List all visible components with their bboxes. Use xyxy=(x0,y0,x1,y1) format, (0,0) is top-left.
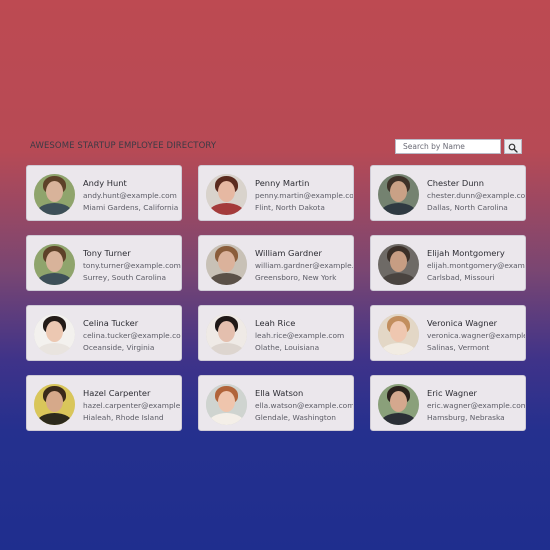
employee-card[interactable]: Andy Hunt andy.hunt@example.com Miami Gard… xyxy=(26,165,182,221)
employee-name: William Gardner xyxy=(255,248,322,258)
directory-title: AWESOME STARTUP EMPLOYEE DIRECTORY xyxy=(30,141,217,151)
employee-email: tony.turner@example.com xyxy=(83,261,181,270)
employee-info: Hazel Carpenter hazel.carpenter@example.c… xyxy=(83,388,181,423)
employee-location: Salinas, Vermont xyxy=(427,343,490,352)
employee-email: andy.hunt@example.com xyxy=(83,191,177,200)
avatar-face xyxy=(218,391,235,412)
avatar xyxy=(34,244,75,285)
avatar xyxy=(206,314,247,355)
employee-location: Hamsburg, Nebraska xyxy=(427,413,505,422)
employee-name: Leah Rice xyxy=(255,318,296,328)
employee-card[interactable]: Celina Tucker celina.tucker@example.com Oc… xyxy=(26,305,182,361)
employee-card[interactable]: William Gardner william.gardner@example.c… xyxy=(198,235,354,291)
employee-card[interactable]: Tony Turner tony.turner@example.com Surrey… xyxy=(26,235,182,291)
avatar-face xyxy=(218,251,235,272)
avatar xyxy=(206,244,247,285)
employee-info: Eric Wagner eric.wagner@example.com Hamsbu… xyxy=(427,388,526,423)
employee-info: Veronica Wagner veronica.wagner@example.c… xyxy=(427,318,525,353)
employee-info: Andy Hunt andy.hunt@example.com Miami Gard… xyxy=(83,178,178,213)
avatar xyxy=(378,384,419,425)
employee-card[interactable]: Penny Martin penny.martin@example.com Flin… xyxy=(198,165,354,221)
employee-location: Oceanside, Virginia xyxy=(83,343,155,352)
employee-info: Celina Tucker celina.tucker@example.com Oc… xyxy=(83,318,182,353)
avatar xyxy=(378,174,419,215)
employee-email: penny.martin@example.com xyxy=(255,191,354,200)
employee-email: leah.rice@example.com xyxy=(255,331,345,340)
employee-name: Celina Tucker xyxy=(83,318,139,328)
employee-card[interactable]: Elijah Montgomery elijah.montgomery@examp… xyxy=(370,235,526,291)
employee-location: Carlsbad, Missouri xyxy=(427,273,495,282)
employee-info: Ella Watson ella.watson@example.com Glenda… xyxy=(255,388,354,423)
employee-info: William Gardner william.gardner@example.c… xyxy=(255,248,354,283)
employee-email: elijah.montgomery@example.com xyxy=(427,261,525,270)
employee-name: Eric Wagner xyxy=(427,388,477,398)
avatar-face xyxy=(390,181,407,202)
employee-email: celina.tucker@example.com xyxy=(83,331,182,340)
avatar xyxy=(378,314,419,355)
search-button[interactable] xyxy=(504,139,522,154)
avatar-face xyxy=(390,251,407,272)
avatar-face xyxy=(218,181,235,202)
employee-card[interactable]: Leah Rice leah.rice@example.com Olathe, Lo… xyxy=(198,305,354,361)
employee-email: eric.wagner@example.com xyxy=(427,401,526,410)
employee-name: Chester Dunn xyxy=(427,178,485,188)
employee-info: Penny Martin penny.martin@example.com Flin… xyxy=(255,178,354,213)
employee-name: Penny Martin xyxy=(255,178,310,188)
employee-name: Elijah Montgomery xyxy=(427,248,505,258)
employee-card[interactable]: Veronica Wagner veronica.wagner@example.c… xyxy=(370,305,526,361)
avatar xyxy=(34,384,75,425)
employee-email: chester.dunn@example.com xyxy=(427,191,526,200)
avatar xyxy=(34,314,75,355)
avatar-face xyxy=(46,181,63,202)
avatar-face xyxy=(390,321,407,342)
avatar xyxy=(206,384,247,425)
avatar-face xyxy=(46,391,63,412)
employee-email: hazel.carpenter@example.com xyxy=(83,401,181,410)
employee-info: Chester Dunn chester.dunn@example.com Dall… xyxy=(427,178,526,213)
employee-location: Olathe, Louisiana xyxy=(255,343,320,352)
magnifier-icon xyxy=(508,143,518,153)
avatar-face xyxy=(390,391,407,412)
employee-info: Leah Rice leah.rice@example.com Olathe, Lo… xyxy=(255,318,344,353)
employee-name: Andy Hunt xyxy=(83,178,127,188)
employee-card[interactable]: Hazel Carpenter hazel.carpenter@example.c… xyxy=(26,375,182,431)
employee-card[interactable]: Chester Dunn chester.dunn@example.com Dall… xyxy=(370,165,526,221)
employee-location: Hialeah, Rhode Island xyxy=(83,413,164,422)
avatar xyxy=(206,174,247,215)
employee-location: Flint, North Dakota xyxy=(255,203,325,212)
avatar xyxy=(378,244,419,285)
avatar-face xyxy=(46,321,63,342)
avatar-face xyxy=(46,251,63,272)
search-input[interactable] xyxy=(395,139,501,154)
employee-info: Tony Turner tony.turner@example.com Surrey… xyxy=(83,248,181,283)
employee-name: Tony Turner xyxy=(83,248,131,258)
employee-location: Glendale, Washington xyxy=(255,413,336,422)
employee-name: Ella Watson xyxy=(255,388,304,398)
employee-info: Elijah Montgomery elijah.montgomery@examp… xyxy=(427,248,525,283)
avatar xyxy=(34,174,75,215)
employee-location: Greensboro, New York xyxy=(255,273,337,282)
employee-email: william.gardner@example.com xyxy=(255,261,354,270)
employee-name: Veronica Wagner xyxy=(427,318,498,328)
employee-email: ella.watson@example.com xyxy=(255,401,354,410)
employee-card[interactable]: Eric Wagner eric.wagner@example.com Hamsbu… xyxy=(370,375,526,431)
employee-name: Hazel Carpenter xyxy=(83,388,151,398)
employee-location: Surrey, South Carolina xyxy=(83,273,167,282)
avatar-face xyxy=(218,321,235,342)
employee-email: veronica.wagner@example.com xyxy=(427,331,525,340)
employee-location: Dallas, North Carolina xyxy=(427,203,508,212)
employee-location: Miami Gardens, California xyxy=(83,203,179,212)
employee-card[interactable]: Ella Watson ella.watson@example.com Glenda… xyxy=(198,375,354,431)
